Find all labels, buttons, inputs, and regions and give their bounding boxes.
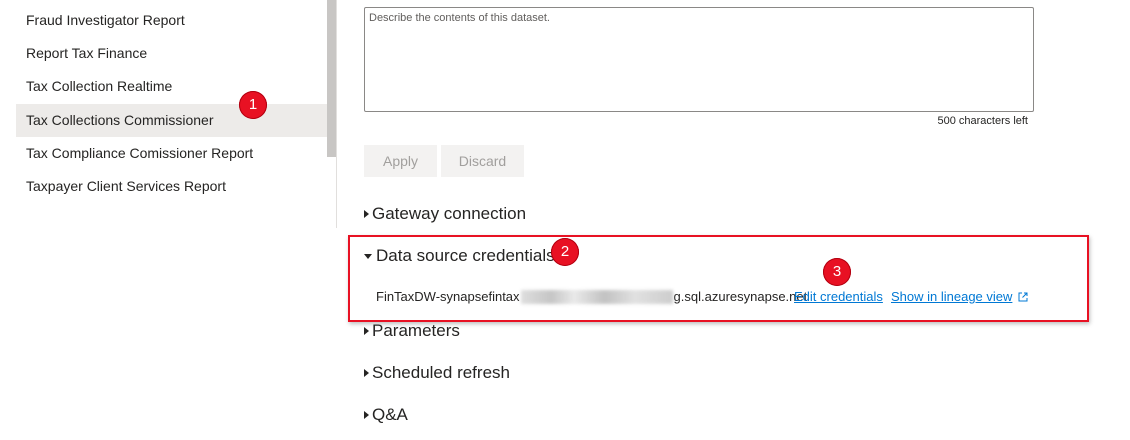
sidebar-item-tax-collections-commissioner[interactable]: Tax Collections Commissioner: [16, 104, 327, 137]
discard-button[interactable]: Discard: [441, 145, 524, 177]
data-source-name: FinTaxDW-synapsefintax g.sql.azuresynaps…: [376, 289, 807, 304]
section-parameters[interactable]: Parameters: [364, 319, 460, 343]
callout-badge-3: 3: [823, 258, 851, 286]
sidebar-item-label: Fraud Investigator Report: [26, 12, 185, 28]
sidebar-item-tax-compliance-comissioner-report[interactable]: Tax Compliance Comissioner Report: [16, 137, 327, 170]
show-in-lineage-view-link[interactable]: Show in lineage view: [891, 289, 1028, 304]
section-title: Data source credentials: [376, 246, 555, 265]
sidebar-item-label: Report Tax Finance: [26, 45, 148, 61]
sidebar-item-fraud-investigator-report[interactable]: Fraud Investigator Report: [16, 4, 327, 37]
section-title: Scheduled refresh: [372, 363, 510, 382]
section-data-source-credentials[interactable]: Data source credentials: [364, 244, 555, 268]
section-title: Parameters: [372, 321, 460, 340]
expand-arrow-icon: [364, 369, 369, 377]
data-source-name-prefix: FinTaxDW-synapsefintax: [376, 289, 520, 304]
sidebar-item-taxpayer-client-services-report[interactable]: Taxpayer Client Services Report: [16, 170, 327, 203]
redacted-text: [520, 289, 673, 304]
section-scheduled-refresh[interactable]: Scheduled refresh: [364, 361, 510, 385]
sidebar-item-label: Tax Collections Commissioner: [26, 112, 214, 128]
lineage-link-label: Show in lineage view: [891, 289, 1013, 304]
expand-arrow-icon: [364, 327, 369, 335]
description-input[interactable]: [364, 7, 1034, 112]
expand-arrow-icon: [364, 411, 369, 419]
sidebar-scrollbar[interactable]: [327, 0, 336, 157]
sidebar-item-label: Taxpayer Client Services Report: [26, 178, 226, 194]
edit-credentials-link[interactable]: Edit credentials: [794, 289, 883, 304]
sidebar-item-label: Tax Collection Realtime: [26, 78, 173, 94]
data-source-name-suffix: g.sql.azuresynapse.net: [673, 289, 808, 304]
section-gateway-connection[interactable]: Gateway connection: [364, 202, 526, 226]
sidebar-item-label: Tax Compliance Comissioner Report: [26, 145, 254, 161]
external-link-icon: [1018, 292, 1028, 301]
characters-left-counter: 500 characters left: [937, 115, 1029, 127]
apply-button[interactable]: Apply: [364, 145, 437, 177]
sidebar-item-report-tax-finance[interactable]: Report Tax Finance: [16, 37, 327, 70]
sidebar-item-tax-collection-realtime[interactable]: Tax Collection Realtime: [16, 70, 327, 103]
callout-badge-2: 2: [551, 238, 579, 266]
callout-badge-1: 1: [239, 91, 267, 119]
section-title: Gateway connection: [372, 204, 527, 223]
section-title: Q&A: [372, 405, 408, 424]
expand-arrow-icon: [364, 210, 369, 218]
collapse-arrow-icon: [364, 253, 372, 259]
dataset-list: Fraud Investigator Report Report Tax Fin…: [0, 0, 337, 228]
section-qa[interactable]: Q&A: [364, 403, 408, 427]
